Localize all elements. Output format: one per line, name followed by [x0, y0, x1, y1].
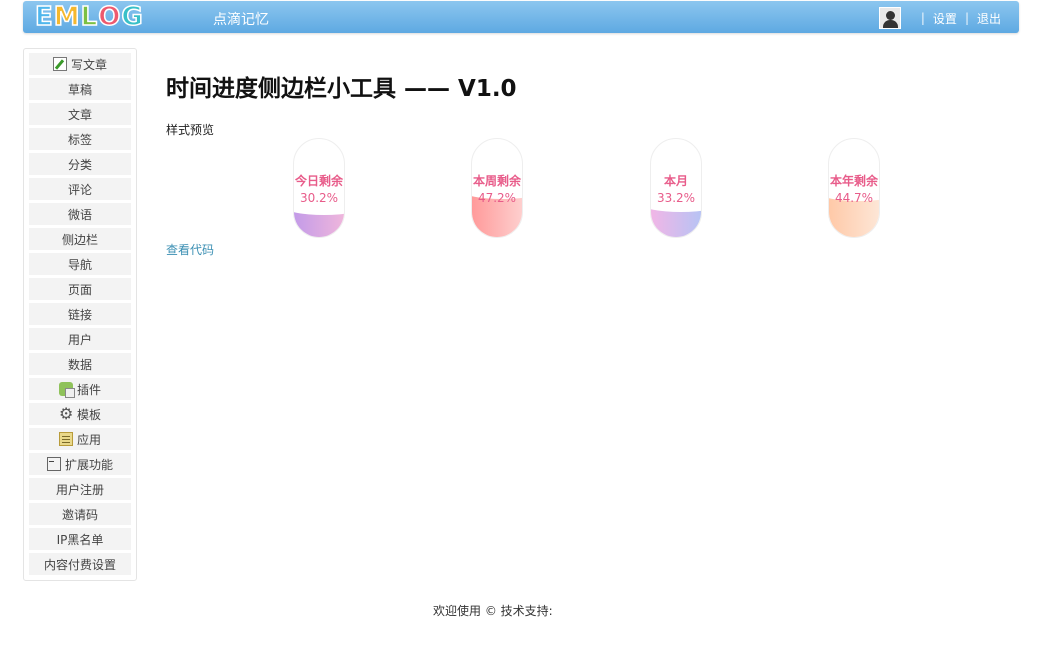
logo-letter: L: [80, 2, 99, 32]
sidebar-item-label: 页面: [67, 282, 92, 297]
sidebar-item-invite-code[interactable]: 邀请码: [29, 503, 131, 525]
gear-icon: ⚙: [58, 404, 74, 423]
sidebar-item-plugins[interactable]: 插件: [29, 378, 131, 400]
logo-letter: E: [34, 2, 54, 32]
sidebar-item-extensions[interactable]: 扩展功能: [29, 453, 131, 475]
progress-label: 本月: [663, 174, 688, 188]
view-code-link[interactable]: 查看代码: [166, 241, 214, 258]
progress-label: 本周剩余: [472, 174, 521, 188]
sidebar-item-pages[interactable]: 页面: [29, 278, 131, 300]
sidebar-item-paid-content[interactable]: 内容付费设置: [29, 553, 131, 575]
sidebar-item-label: 模板: [76, 407, 101, 422]
sidebar-item-label: 导航: [67, 257, 92, 272]
app-icon: [58, 432, 73, 446]
site-name-link[interactable]: 点滴记忆: [213, 9, 269, 29]
separator: |: [964, 11, 969, 25]
sidebar-item-categories[interactable]: 分类: [29, 153, 131, 175]
top-header: E M L O G 点滴记忆 | 设置 | 退出: [23, 1, 1019, 33]
sidebar-item-label: 插件: [76, 382, 101, 397]
collapse-icon[interactable]: [46, 457, 61, 471]
sidebar-item-label: 侧边栏: [61, 232, 98, 247]
sidebar-item-links[interactable]: 链接: [29, 303, 131, 325]
avatar[interactable]: [878, 7, 901, 29]
sidebar-item-label: 微语: [67, 207, 92, 222]
sidebar-item-label: 用户: [67, 332, 92, 347]
sidebar-item-tags[interactable]: 标签: [29, 128, 131, 150]
write-icon: [52, 57, 67, 71]
sidebar-item-label: 评论: [67, 182, 92, 197]
separator: |: [920, 11, 925, 25]
progress-widget-week: 本周剩余 47.2%: [471, 138, 523, 238]
sidebar-item-ip-blacklist[interactable]: IP黑名单: [29, 528, 131, 550]
sidebar-item-drafts[interactable]: 草稿: [29, 78, 131, 100]
progress-percent: 47.2%: [477, 191, 517, 205]
page-title: 时间进度侧边栏小工具 —— V1.0: [166, 76, 517, 102]
sidebar-item-comments[interactable]: 评论: [29, 178, 131, 200]
progress-widget-month: 本月 33.2%: [650, 138, 702, 238]
sidebar-menu: 写文章 草稿 文章 标签 分类 评论 微语 侧边栏 导航 页面 链接 用户 数据…: [23, 48, 137, 581]
logout-link[interactable]: 退出: [977, 10, 1001, 27]
logo-letter: M: [53, 2, 81, 32]
logo-letter: G: [121, 2, 144, 32]
sidebar-item-label: 草稿: [67, 82, 92, 97]
sidebar-item-label: 文章: [67, 107, 92, 122]
emlog-logo[interactable]: E M L O G: [34, 2, 144, 32]
sidebar-item-data[interactable]: 数据: [29, 353, 131, 375]
sidebar-item-label: 链接: [67, 307, 92, 322]
sidebar-item-label: 标签: [67, 132, 92, 147]
logo-letter: O: [97, 2, 122, 32]
sidebar-item-users[interactable]: 用户: [29, 328, 131, 350]
sidebar-item-label: 扩展功能: [64, 457, 113, 472]
sidebar-item-articles[interactable]: 文章: [29, 103, 131, 125]
plugin-icon: [58, 382, 75, 398]
avatar-head: [885, 11, 895, 20]
progress-percent: 44.7%: [834, 191, 874, 205]
sidebar-item-widgets[interactable]: 侧边栏: [29, 228, 131, 250]
preview-label: 样式预览: [166, 123, 215, 137]
sidebar-item-label: 分类: [67, 157, 92, 172]
sidebar-item-label: 应用: [76, 432, 101, 447]
sidebar-item-label: 邀请码: [61, 507, 98, 522]
progress-label: 今日剩余: [294, 174, 343, 188]
sidebar-item-label: 内容付费设置: [43, 557, 116, 572]
sidebar-item-templates[interactable]: ⚙ 模板: [29, 403, 131, 425]
sidebar-item-write[interactable]: 写文章: [29, 53, 131, 75]
progress-percent: 33.2%: [656, 191, 696, 205]
sidebar-item-label: 数据: [67, 357, 92, 372]
avatar-body: [882, 20, 898, 28]
sidebar-item-label: IP黑名单: [56, 532, 104, 547]
sidebar-item-label: 写文章: [70, 57, 107, 72]
sidebar-item-apps[interactable]: 应用: [29, 428, 131, 450]
sidebar-item-user-register[interactable]: 用户注册: [29, 478, 131, 500]
progress-widget-today: 今日剩余 30.2%: [293, 138, 345, 238]
sidebar-item-navigation[interactable]: 导航: [29, 253, 131, 275]
sidebar-item-label: 用户注册: [55, 482, 104, 497]
sidebar-item-twitter[interactable]: 微语: [29, 203, 131, 225]
footer-text: 欢迎使用 © 技术支持:: [433, 604, 553, 618]
progress-label: 本年剩余: [829, 174, 878, 188]
header-user-area: | 设置 | 退出: [878, 7, 1001, 29]
progress-widget-year: 本年剩余 44.7%: [828, 138, 880, 238]
settings-link[interactable]: 设置: [933, 10, 957, 27]
progress-percent: 30.2%: [299, 191, 339, 205]
